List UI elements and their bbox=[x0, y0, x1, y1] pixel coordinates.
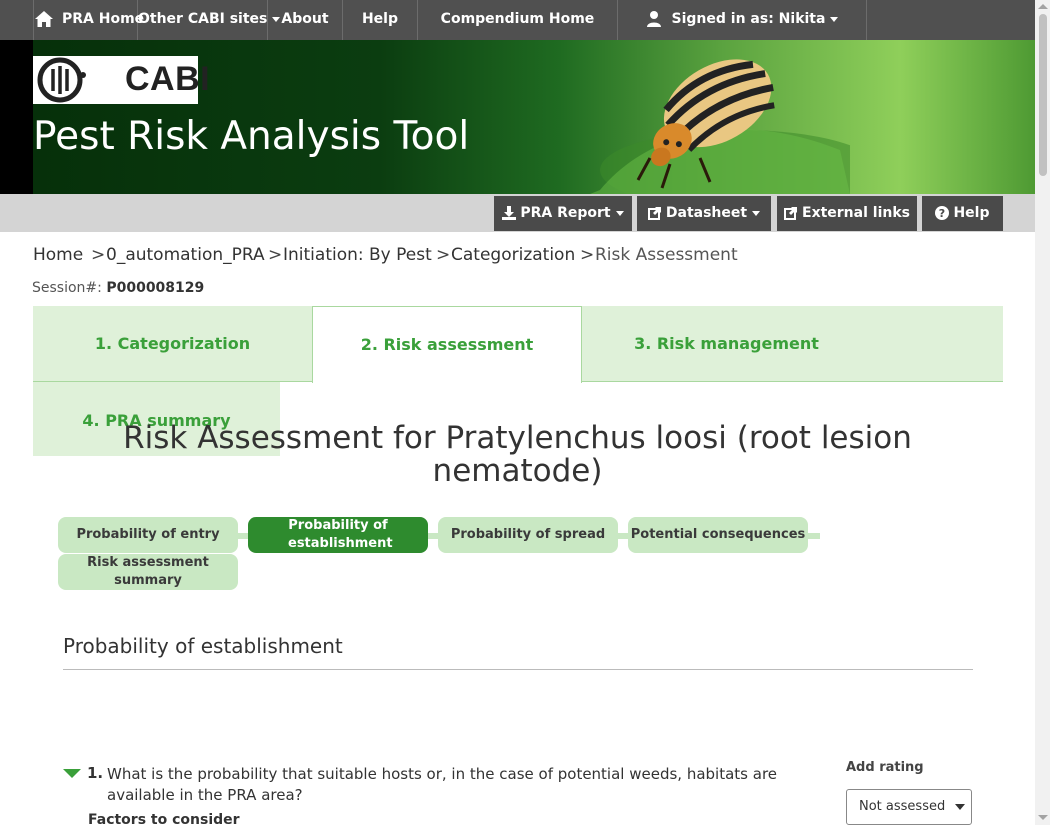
breadcrumb-session[interactable]: 0_automation_PRA bbox=[106, 245, 265, 265]
banner-left-strip bbox=[0, 40, 33, 194]
external-links-button[interactable]: External links bbox=[777, 196, 917, 231]
question-number: 1. bbox=[87, 764, 104, 782]
tab-categorization-label: 1. Categorization bbox=[94, 334, 251, 353]
tab-categorization[interactable]: 1. Categorization bbox=[33, 306, 312, 382]
section-title: Probability of establishment bbox=[63, 634, 343, 658]
factors-to-consider-label[interactable]: Factors to consider bbox=[88, 812, 240, 828]
caret-down-icon bbox=[830, 16, 839, 22]
rating-select[interactable]: Not assessed bbox=[846, 789, 972, 825]
logo-text: CABI bbox=[125, 60, 211, 98]
tab-risk-management[interactable]: 3. Risk management bbox=[582, 306, 1003, 382]
pra-report-label: PRA Report bbox=[520, 205, 611, 221]
scrollbar-thumb[interactable] bbox=[1039, 14, 1047, 176]
rating-select-value: Not assessed bbox=[859, 799, 946, 814]
nav-pra-home-label: PRA Home bbox=[62, 11, 145, 27]
external-link-icon bbox=[784, 206, 798, 220]
cabi-logo-mark bbox=[37, 57, 86, 103]
pill-probability-of-establishment[interactable]: Probability of establishment bbox=[248, 517, 428, 553]
cabi-logo[interactable]: CABI bbox=[33, 56, 210, 104]
question-text: What is the probability that suitable ho… bbox=[107, 765, 778, 804]
select-arrow-icon bbox=[955, 804, 965, 810]
session-info: Session#: P000008129 bbox=[32, 280, 204, 296]
session-number: P000008129 bbox=[106, 280, 205, 296]
nav-signed-in-user[interactable]: Signed in as: Nikita bbox=[618, 0, 867, 40]
breadcrumb-home[interactable]: Home bbox=[33, 245, 83, 265]
breadcrumb-initiation[interactable]: Initiation: By Pest bbox=[283, 245, 432, 265]
caret-down-icon bbox=[615, 210, 624, 216]
datasheet-button[interactable]: Datasheet bbox=[637, 196, 771, 231]
nav-help-label: Help bbox=[361, 11, 399, 27]
pill-label: Risk assessment summary bbox=[87, 555, 209, 588]
user-icon bbox=[646, 10, 662, 28]
nav-about-label: About bbox=[281, 11, 329, 27]
header-banner: CABI Pest Risk Analysis Tool bbox=[0, 40, 1035, 194]
svg-text:?: ? bbox=[939, 207, 945, 220]
add-rating-label: Add rating bbox=[846, 760, 924, 775]
nav-compendium-home[interactable]: Compendium Home bbox=[418, 0, 618, 40]
pra-report-button[interactable]: PRA Report bbox=[494, 196, 632, 231]
pill-label: Probability of establishment bbox=[288, 518, 393, 551]
breadcrumb-separator: > bbox=[268, 245, 283, 265]
nav-other-sites-label: Other CABI sites bbox=[138, 11, 268, 27]
breadcrumb-separator: > bbox=[91, 245, 106, 265]
nav-compendium-label: Compendium Home bbox=[440, 11, 595, 27]
breadcrumb-separator: > bbox=[580, 245, 595, 265]
session-label: Session#: bbox=[32, 280, 102, 296]
pill-risk-assessment-summary[interactable]: Risk assessment summary bbox=[58, 554, 238, 590]
page-title: Risk Assessment for Pratylenchus loosi (… bbox=[123, 420, 912, 489]
nav-signed-in-label: Signed in as: Nikita bbox=[671, 11, 826, 27]
nav-pra-home[interactable]: PRA Home bbox=[33, 0, 144, 40]
share-icon bbox=[647, 206, 662, 220]
breadcrumb-categorization[interactable]: Categorization bbox=[451, 245, 575, 265]
home-icon bbox=[34, 10, 54, 28]
breadcrumb-current: Risk Assessment bbox=[595, 245, 738, 265]
help-label: Help bbox=[953, 205, 990, 221]
download-icon bbox=[502, 206, 517, 220]
external-links-label: External links bbox=[802, 205, 910, 221]
pill-probability-of-spread[interactable]: Probability of spread bbox=[438, 517, 618, 553]
tab-risk-assessment[interactable]: 2. Risk assessment bbox=[312, 306, 582, 383]
caret-down-icon bbox=[752, 210, 761, 216]
breadcrumb-separator: > bbox=[436, 245, 451, 265]
beetle-image bbox=[590, 59, 850, 194]
tab-risk-assessment-label: 2. Risk assessment bbox=[360, 335, 534, 354]
nav-help[interactable]: Help bbox=[343, 0, 418, 40]
nav-about[interactable]: About bbox=[268, 0, 343, 40]
collapse-caret-icon[interactable] bbox=[63, 769, 81, 778]
help-button[interactable]: ? Help bbox=[922, 196, 1003, 231]
pill-potential-consequences[interactable]: Potential consequences bbox=[628, 517, 808, 553]
pill-label: Probability of spread bbox=[450, 527, 606, 542]
scroll-up-arrow-icon[interactable] bbox=[1038, 4, 1048, 9]
question-circle-icon: ? bbox=[935, 206, 950, 220]
nav-other-cabi-sites[interactable]: Other CABI sites bbox=[138, 0, 281, 40]
scroll-down-arrow-icon[interactable] bbox=[1038, 815, 1048, 820]
datasheet-label: Datasheet bbox=[665, 205, 748, 221]
pill-label: Probability of entry bbox=[76, 527, 220, 542]
app-title: Pest Risk Analysis Tool bbox=[33, 114, 470, 159]
pill-label: Potential consequences bbox=[630, 527, 806, 542]
section-divider bbox=[63, 669, 973, 670]
pill-probability-of-entry[interactable]: Probability of entry bbox=[58, 517, 238, 553]
top-navbar: PRA Home Other CABI sites About Help Com… bbox=[0, 0, 1035, 40]
tab-risk-management-label: 3. Risk management bbox=[634, 334, 819, 353]
